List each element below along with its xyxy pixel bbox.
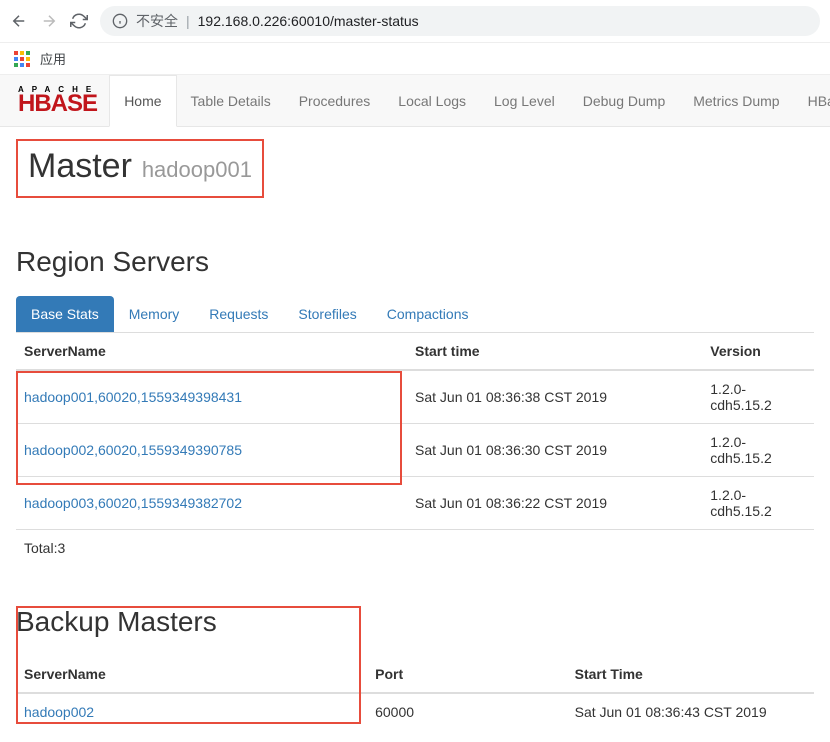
port: 60000 (367, 693, 567, 730)
start-time: Sat Jun 01 08:36:43 CST 2019 (567, 693, 814, 730)
bookmarks-bar: 应用 (0, 43, 830, 75)
col-servername-bm: ServerName (16, 656, 367, 693)
region-servers-table-wrap: ServerName Start time Version hadoop001,… (16, 333, 814, 566)
tab-storefiles[interactable]: Storefiles (283, 296, 371, 332)
backup-masters-section: Backup Masters ServerName Port Start Tim… (16, 606, 814, 730)
apps-label[interactable]: 应用 (40, 49, 66, 68)
backup-server-link[interactable]: hadoop002 (24, 704, 94, 720)
backup-masters-heading: Backup Masters (16, 606, 814, 638)
top-nav: APACHE HBASE Home Table Details Procedur… (0, 75, 830, 127)
table-row: hadoop001,60020,1559349398431 Sat Jun 01… (16, 370, 814, 424)
server-link[interactable]: hadoop002,60020,1559349390785 (24, 442, 242, 458)
version: 1.2.0-cdh5.15.2 (702, 477, 814, 530)
master-hostname: hadoop001 (142, 157, 252, 182)
tab-requests[interactable]: Requests (194, 296, 283, 332)
col-starttime-bm: Start Time (567, 656, 814, 693)
nav-home[interactable]: Home (109, 75, 176, 127)
url-separator: | (186, 13, 190, 29)
version: 1.2.0-cdh5.15.2 (702, 424, 814, 477)
table-row: hadoop002 60000 Sat Jun 01 08:36:43 CST … (16, 693, 814, 730)
start-time: Sat Jun 01 08:36:38 CST 2019 (407, 370, 702, 424)
url-text: 192.168.0.226:60010/master-status (198, 13, 419, 29)
start-time: Sat Jun 01 08:36:22 CST 2019 (407, 477, 702, 530)
col-starttime: Start time (407, 333, 702, 370)
browser-chrome: 不安全 | 192.168.0.226:60010/master-status (0, 0, 830, 43)
col-port-bm: Port (367, 656, 567, 693)
version: 1.2.0-cdh5.15.2 (702, 370, 814, 424)
total-label: Total:3 (16, 530, 407, 567)
nav-hbase[interactable]: HBase (794, 75, 830, 126)
master-heading-box: Master hadoop001 (16, 139, 264, 198)
nav-log-level[interactable]: Log Level (480, 75, 569, 126)
apps-icon[interactable] (14, 51, 30, 67)
col-servername: ServerName (16, 333, 407, 370)
url-bar[interactable]: 不安全 | 192.168.0.226:60010/master-status (100, 6, 820, 36)
back-icon[interactable] (10, 12, 28, 30)
total-row: Total:3 (16, 530, 814, 567)
page-title: Master (28, 147, 132, 185)
region-servers-heading: Region Servers (16, 246, 814, 278)
nav-debug-dump[interactable]: Debug Dump (569, 75, 680, 126)
start-time: Sat Jun 01 08:36:30 CST 2019 (407, 424, 702, 477)
col-version: Version (702, 333, 814, 370)
tab-base-stats[interactable]: Base Stats (16, 296, 114, 332)
hbase-logo[interactable]: APACHE HBASE (8, 82, 109, 120)
tab-compactions[interactable]: Compactions (372, 296, 484, 332)
forward-icon[interactable] (40, 12, 58, 30)
table-row: hadoop003,60020,1559349382702 Sat Jun 01… (16, 477, 814, 530)
tab-memory[interactable]: Memory (114, 296, 195, 332)
server-link[interactable]: hadoop001,60020,1559349398431 (24, 389, 242, 405)
region-tabs: Base Stats Memory Requests Storefiles Co… (16, 296, 814, 333)
backup-masters-table: ServerName Port Start Time hadoop002 600… (16, 656, 814, 730)
table-row: hadoop002,60020,1559349390785 Sat Jun 01… (16, 424, 814, 477)
nav-metrics-dump[interactable]: Metrics Dump (679, 75, 793, 126)
info-icon (112, 13, 128, 29)
server-link[interactable]: hadoop003,60020,1559349382702 (24, 495, 242, 511)
nav-table-details[interactable]: Table Details (177, 75, 285, 126)
reload-icon[interactable] (70, 12, 88, 30)
nav-local-logs[interactable]: Local Logs (384, 75, 480, 126)
insecure-label: 不安全 (136, 11, 178, 31)
region-servers-table: ServerName Start time Version hadoop001,… (16, 333, 814, 566)
nav-procedures[interactable]: Procedures (285, 75, 385, 126)
